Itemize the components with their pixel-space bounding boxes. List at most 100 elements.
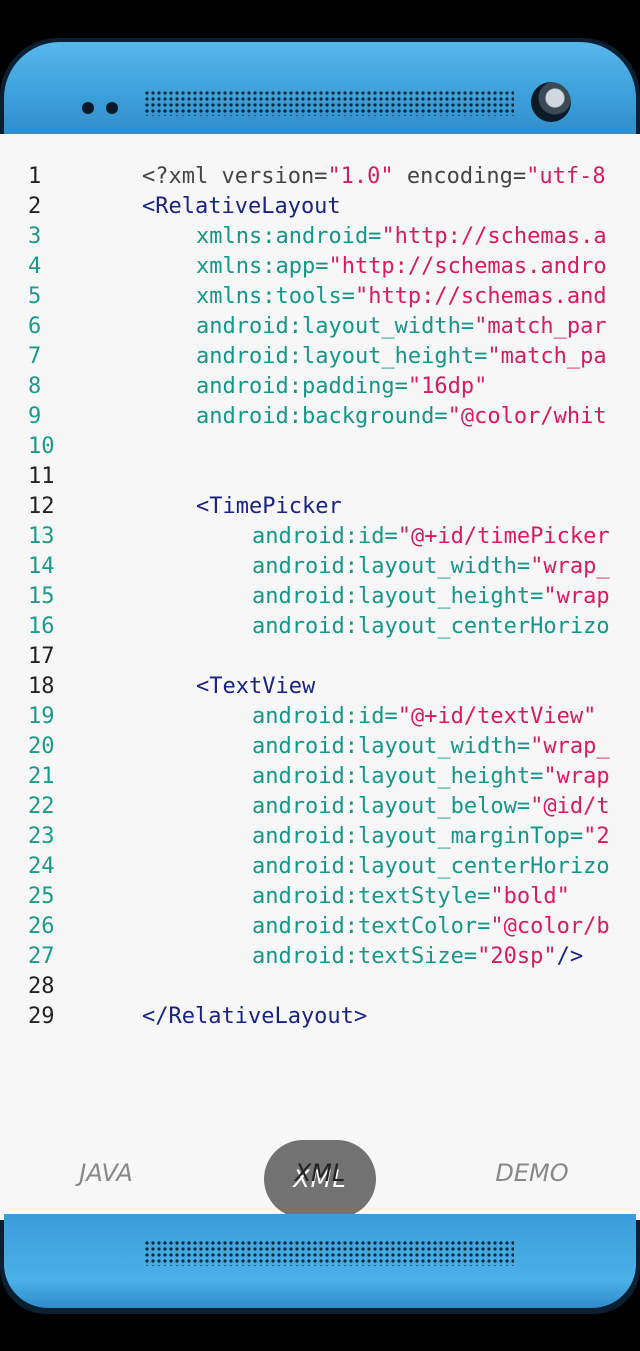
code-line: 29 </RelativeLayout>: [0, 1002, 640, 1032]
code-text: xmlns:android="http://schemas.a: [196, 222, 607, 252]
code-line: 7 android:layout_height="match_pa: [0, 342, 640, 372]
tab-java[interactable]: JAVA: [26, 1150, 186, 1196]
code-line: 27 android:textSize="20sp"/>: [0, 942, 640, 972]
code-token: android:layout_below=: [252, 794, 531, 819]
line-number: 19: [28, 704, 55, 729]
code-line: 13 android:id="@+id/timePicker: [0, 522, 640, 552]
code-token: </RelativeLayout>: [142, 1004, 368, 1029]
code-token: android:id=: [252, 524, 398, 549]
code-text: android:layout_height="wrap: [252, 582, 610, 612]
code-token: "http://schemas.and: [354, 284, 607, 309]
line-number: 23: [28, 824, 55, 849]
line-number: 7: [28, 344, 42, 369]
code-token: "match_par: [474, 314, 607, 339]
code-text: android:id="@+id/textView": [252, 702, 596, 732]
code-line: 11: [0, 462, 640, 492]
front-camera: [531, 82, 571, 122]
code-token: android:textSize=: [252, 944, 478, 969]
code-text: android:id="@+id/timePicker: [252, 522, 610, 552]
line-number: 3: [28, 224, 42, 249]
line-number: 2: [28, 194, 42, 219]
code-token: "@color/b: [490, 914, 610, 939]
code-token: "wrap: [543, 764, 610, 789]
code-line: 25 android:textStyle="bold": [0, 882, 640, 912]
code-text: android:padding="16dp": [196, 372, 487, 402]
bottom-speaker-grille: [144, 1240, 514, 1266]
code-line: 15 android:layout_height="wrap: [0, 582, 640, 612]
code-token: "@id/t: [530, 794, 610, 819]
code-line: 23 android:layout_marginTop="2: [0, 822, 640, 852]
line-number: 17: [28, 644, 55, 669]
line-number: 9: [28, 404, 42, 429]
line-number: 4: [28, 254, 42, 279]
code-text: android:layout_height="match_pa: [196, 342, 607, 372]
code-token: android:layout_width=: [196, 314, 475, 339]
code-token: android:layout_height=: [252, 584, 544, 609]
code-text: android:layout_width="wrap_: [252, 732, 610, 762]
code-line: 6 android:layout_width="match_par: [0, 312, 640, 342]
code-token: android:id=: [252, 704, 398, 729]
line-number: 18: [28, 674, 55, 699]
sensor-dot: [82, 102, 94, 114]
code-line: 17: [0, 642, 640, 672]
bottom-bezel: [4, 1214, 636, 1308]
tab-demo[interactable]: DEMO: [452, 1150, 612, 1196]
code-token: <RelativeLayout: [142, 194, 341, 219]
code-text: android:textColor="@color/b: [252, 912, 610, 942]
code-line: 21 android:layout_height="wrap: [0, 762, 640, 792]
code-token: xmlns:tools=: [196, 284, 355, 309]
code-token: "wrap_: [530, 554, 610, 579]
tab-xml[interactable]: XML: [240, 1150, 400, 1196]
code-token: <TimePicker: [196, 494, 342, 519]
code-token: xmlns:android=: [196, 224, 382, 249]
app-screen: 1 <?xml version="1.0" encoding="utf-8 2 <Re…: [0, 134, 640, 1220]
code-text: <TimePicker: [196, 492, 342, 522]
code-token: android:textColor=: [252, 914, 491, 939]
code-token: <TextView: [196, 674, 316, 699]
code-text: android:layout_centerHorizo: [252, 852, 610, 882]
code-text: android:layout_centerHorizo: [252, 612, 610, 642]
code-token: "http://schemas.andro: [328, 254, 607, 279]
code-line: 9 android:background="@color/whit: [0, 402, 640, 432]
code-token: android:layout_height=: [252, 764, 544, 789]
code-line: 22 android:layout_below="@id/t: [0, 792, 640, 822]
code-text: android:textStyle="bold": [252, 882, 570, 912]
code-token: xmlns:app=: [196, 254, 329, 279]
line-number: 27: [28, 944, 55, 969]
code-line: 5 xmlns:tools="http://schemas.and: [0, 282, 640, 312]
code-text: <TextView: [196, 672, 315, 702]
code-line: 8 android:padding="16dp": [0, 372, 640, 402]
code-text: <?xml version="1.0" encoding="utf-8: [142, 162, 606, 192]
code-token: android:layout_width=: [252, 734, 531, 759]
code-token: "http://schemas.a: [381, 224, 607, 249]
line-number: 12: [28, 494, 55, 519]
line-number: 29: [28, 1004, 55, 1029]
code-token: "utf-8: [526, 164, 606, 189]
code-line: 10: [0, 432, 640, 462]
sensor-dot: [106, 102, 118, 114]
code-line: 12 <TimePicker: [0, 492, 640, 522]
line-number: 8: [28, 374, 42, 399]
code-token: "bold": [490, 884, 570, 909]
code-text: android:layout_height="wrap: [252, 762, 610, 792]
line-number: 11: [28, 464, 55, 489]
code-token: android:layout_centerHorizo: [252, 614, 610, 639]
code-token: "16dp": [407, 374, 488, 399]
code-line: 28: [0, 972, 640, 1002]
code-token: android:layout_marginTop=: [252, 824, 584, 849]
code-token: "@+id/timePicker: [397, 524, 610, 549]
line-number: 26: [28, 914, 55, 939]
line-number: 22: [28, 794, 55, 819]
line-number: 1: [28, 164, 42, 189]
tab-java-label: JAVA: [79, 1159, 133, 1187]
code-line: 18 <TextView: [0, 672, 640, 702]
tab-demo-label: DEMO: [495, 1159, 569, 1187]
code-line: 26 android:textColor="@color/b: [0, 912, 640, 942]
code-line: 14 android:layout_width="wrap_: [0, 552, 640, 582]
code-text: xmlns:tools="http://schemas.and: [196, 282, 607, 312]
code-token: "match_pa: [487, 344, 607, 369]
line-number: 20: [28, 734, 55, 759]
line-number: 16: [28, 614, 55, 639]
bottom-tab-bar: JAVA XML DEMO: [0, 1150, 640, 1196]
line-number: 14: [28, 554, 55, 579]
